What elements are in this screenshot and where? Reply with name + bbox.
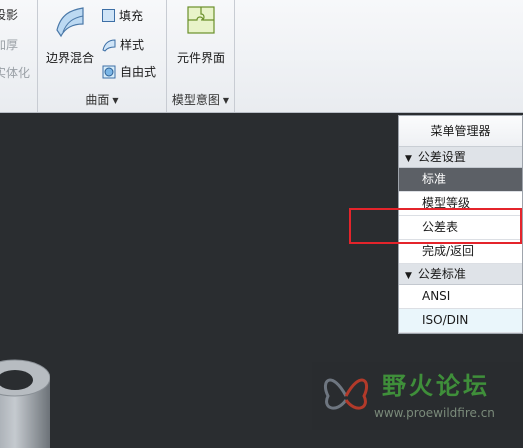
watermark-url: www.proewildfire.cn	[374, 406, 495, 420]
style-label: 样式	[120, 38, 145, 52]
menu-item-iso-din[interactable]: ISO/DIN	[399, 309, 522, 333]
triangle-down-icon: ▼	[405, 271, 412, 281]
component-interface-label: 元件界面	[176, 51, 225, 65]
highlight-box	[349, 208, 522, 244]
component-interface-icon	[187, 6, 215, 34]
fill-label: 填充	[119, 9, 144, 23]
boundary-blend-icon	[56, 7, 84, 38]
menu-item-standard[interactable]: 标准	[399, 168, 522, 192]
butterfly-logo-icon	[323, 378, 369, 410]
surfaces-group-label-text: 曲面	[85, 93, 110, 107]
menu-section-label: 公差设置	[417, 150, 466, 164]
solidify-button[interactable]: 实体化	[0, 64, 30, 81]
component-interface-button[interactable]: 元件界面	[169, 4, 233, 66]
surfaces-group-label[interactable]: 曲面 ▼	[38, 91, 166, 108]
menu-item-ansi[interactable]: ANSI	[399, 285, 522, 309]
project-button[interactable]: 设影	[0, 6, 18, 23]
ribbon-group-model-intent: 元件界面 模型意图 ▼	[167, 0, 235, 112]
chevron-down-icon: ▼	[222, 96, 230, 105]
boundary-blend-label: 边界混合	[45, 51, 94, 65]
watermark: 野火论坛 www.proewildfire.cn	[312, 362, 523, 430]
menu-manager-title: 菜单管理器	[399, 116, 522, 147]
boundary-blend-button[interactable]: 边界混合	[44, 4, 96, 66]
menu-section-label: 公差标准	[417, 267, 466, 281]
menu-section-tolerance-standard[interactable]: ▼ 公差标准	[399, 264, 522, 285]
thicken-button[interactable]: 加厚	[0, 36, 18, 53]
ribbon: 设影 加厚 实体化 边界混合 填充 样式 自由式 曲面 ▼ 元件界面 模型意图 …	[0, 0, 523, 113]
freeform-button[interactable]: 自由式	[102, 63, 156, 80]
watermark-title: 野火论坛	[382, 371, 490, 400]
cylinder-model	[0, 359, 50, 448]
ribbon-group-surfaces: 边界混合 填充 样式 自由式 曲面 ▼	[38, 0, 167, 112]
chevron-down-icon: ▼	[112, 96, 119, 105]
ribbon-group-left: 设影 加厚 实体化	[0, 0, 38, 112]
model-intent-group-label-text: 模型意图	[171, 93, 220, 107]
model-intent-group-label[interactable]: 模型意图 ▼	[167, 91, 234, 108]
freeform-label: 自由式	[120, 65, 157, 79]
triangle-down-icon: ▼	[405, 154, 412, 164]
ribbon-empty-area	[235, 0, 523, 112]
fill-icon	[102, 9, 115, 22]
menu-section-tolerance-setup[interactable]: ▼ 公差设置	[399, 147, 522, 168]
freeform-icon	[102, 65, 116, 78]
style-icon	[102, 38, 116, 52]
style-button[interactable]: 样式	[102, 36, 144, 53]
fill-button[interactable]: 填充	[102, 7, 143, 24]
